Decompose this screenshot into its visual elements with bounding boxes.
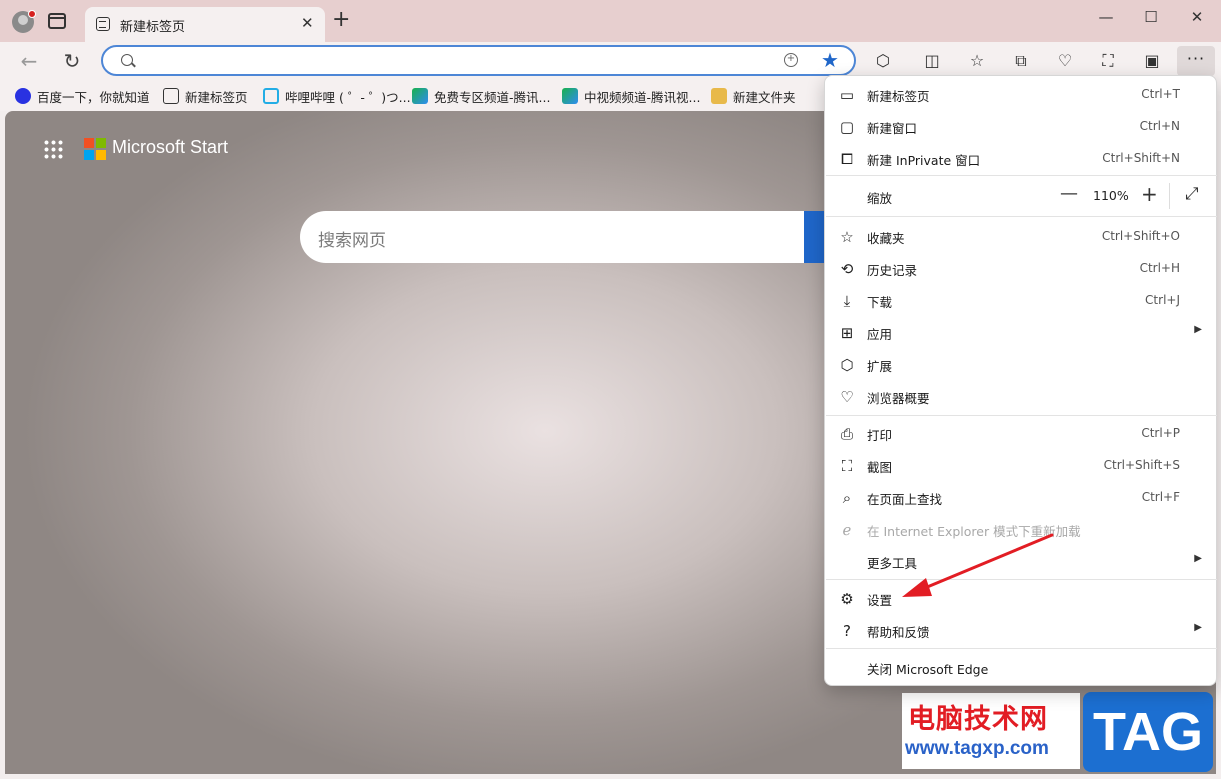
menu-separator [826,216,1217,217]
internet-explorer-icon: ℯ [842,521,852,539]
close-window-button[interactable]: ✕ [1174,6,1220,36]
menu-print[interactable]: ⎙ 打印 Ctrl+P [825,417,1216,449]
menu-extensions[interactable]: ⬡ 扩展 [825,348,1216,380]
menu-browser-essentials[interactable]: ♡ 浏览器概要 [825,380,1216,412]
menu-zoom: 缩放 — 110% + ⤢ [825,180,1216,212]
search-icon [121,54,133,66]
find-on-page-icon: ⌕ [842,489,852,507]
menu-separator [826,175,1217,176]
tab-title: 新建标签页 [120,20,186,35]
menu-screenshot[interactable]: ⛶ 截图 Ctrl+Shift+S [825,449,1216,481]
settings-and-more-button[interactable]: ··· [1177,46,1215,76]
zoom-in-button[interactable]: + [1141,182,1158,206]
favorite-label: 免费专区频道-腾讯... [434,89,551,105]
tab-new-tab[interactable]: 新建标签页 ✕ [85,7,325,42]
extensions-puzzle-icon: ⬡ [840,356,854,374]
heart-pulse-icon: ♡ [840,388,854,406]
new-window-icon: ▢ [839,118,855,136]
favorite-label: 中视频频道-腾讯视... [584,89,701,105]
tab-actions-icon[interactable] [48,13,66,29]
notification-dot [28,10,36,18]
menu-new-tab[interactable]: ▭ 新建标签页 Ctrl+T [825,78,1216,110]
add-favorite-star-icon[interactable]: ★ [821,48,839,72]
watermark-tag-logo: TAG [1083,692,1213,772]
bilibili-tv-icon [263,88,279,104]
zoom-out-button[interactable]: — [1060,183,1078,204]
new-tab-icon: ▭ [839,86,855,104]
menu-new-window[interactable]: ▢ 新建窗口 Ctrl+N [825,110,1216,142]
screenshot-icon: ⛶ [841,457,853,475]
collections-icon[interactable]: ⧉ [1007,49,1035,73]
new-tab-page-icon [163,88,179,104]
tencent-video-icon [412,88,428,104]
search-placeholder: 搜索网页 [318,231,386,251]
address-bar[interactable]: + ★ [101,45,856,76]
favorite-label: 百度一下，你就知道 [37,89,150,105]
screenshot-icon[interactable]: ⛶ [1094,49,1122,73]
inprivate-window-icon: ⧠ [840,150,853,168]
menu-apps[interactable]: ⊞ 应用 ▶ [825,316,1216,348]
favorite-bilibili[interactable]: 哔哩哔哩 ( ゜- ゜)つ... [263,86,411,106]
download-icon: ⤓ [843,292,851,310]
favorite-tencent-mid[interactable]: 中视频频道-腾讯视... [562,86,700,106]
submenu-arrow-icon: ▶ [1194,622,1202,633]
gear-icon: ⚙ [840,590,854,608]
settings-and-more-menu: ▭ 新建标签页 Ctrl+T ▢ 新建窗口 Ctrl+N ⧠ 新建 InPriv… [824,75,1217,686]
zoom-level: 110% [1093,188,1129,203]
brand-title: Microsoft Start [112,137,229,157]
microsoft-logo-icon [84,138,106,160]
browser-essentials-icon[interactable]: ♡ [1051,49,1079,73]
new-tab-button[interactable]: + [332,9,350,31]
back-button[interactable]: ← [15,48,43,74]
zoom-indicator-icon[interactable]: + [784,53,798,67]
printer-icon: ⎙ [840,425,853,443]
apps-icon: ⊞ [840,324,854,342]
watermark-site-name: 电脑技术网 [908,704,1048,735]
refresh-button[interactable]: ↻ [58,48,86,74]
menu-separator [826,648,1217,649]
submenu-arrow-icon: ▶ [1194,553,1202,564]
menu-separator [826,579,1217,580]
menu-settings[interactable]: ⚙ 设置 [825,582,1216,614]
menu-favorites[interactable]: ☆ 收藏夹 Ctrl+Shift+O [825,220,1216,252]
baidu-paw-icon [15,88,31,104]
menu-more-tools[interactable]: 更多工具 ▶ [825,545,1216,577]
menu-ie-mode: ℯ 在 Internet Explorer 模式下重新加载 [825,513,1216,545]
favorite-tencent-free[interactable]: 免费专区频道-腾讯... [412,86,550,106]
watermark-url: www.tagxp.com [905,738,1049,759]
title-bar: 新建标签页 ✕ + — ☐ ✕ [0,0,1221,42]
menu-separator [826,415,1217,416]
fullscreen-icon[interactable]: ⤢ [1185,184,1199,204]
favorite-baidu[interactable]: 百度一下，你就知道 [15,86,150,106]
new-tab-page-icon [96,17,110,31]
sidebar-icon[interactable]: ▣ [1138,49,1166,73]
help-question-icon: ? [843,622,851,640]
split-screen-icon[interactable]: ◫ [918,49,946,73]
menu-new-inprivate[interactable]: ⧠ 新建 InPrivate 窗口 Ctrl+Shift+N [825,142,1216,174]
favorite-label: 哔哩哔哩 ( ゜- ゜)つ... [285,89,411,105]
menu-history[interactable]: ⟲ 历史记录 Ctrl+H [825,252,1216,284]
favorite-label: 新建标签页 [185,89,248,105]
extensions-icon[interactable]: ⬡ [869,49,897,73]
menu-close-edge[interactable]: 关闭 Microsoft Edge [825,651,1216,683]
favorite-new-tab[interactable]: 新建标签页 [163,86,248,106]
tencent-video-icon [562,88,578,104]
submenu-arrow-icon: ▶ [1194,324,1202,335]
minimize-button[interactable]: — [1083,6,1129,36]
history-icon: ⟲ [840,260,854,278]
web-search-box[interactable]: 搜索网页 [300,211,830,263]
app-launcher-icon[interactable] [43,139,63,159]
favorites-icon[interactable]: ☆ [963,49,991,73]
zoom-divider [1169,183,1170,209]
favorite-folder[interactable]: 新建文件夹 [711,86,796,106]
address-input[interactable] [147,51,767,71]
maximize-button[interactable]: ☐ [1128,6,1174,36]
menu-help-feedback[interactable]: ? 帮助和反馈 ▶ [825,614,1216,646]
folder-icon [711,88,727,104]
menu-downloads[interactable]: ⤓ 下载 Ctrl+J [825,284,1216,316]
favorite-label: 新建文件夹 [733,89,796,105]
tab-close-button[interactable]: ✕ [301,14,314,32]
menu-find-on-page[interactable]: ⌕ 在页面上查找 Ctrl+F [825,481,1216,513]
favorites-star-icon: ☆ [840,228,854,246]
